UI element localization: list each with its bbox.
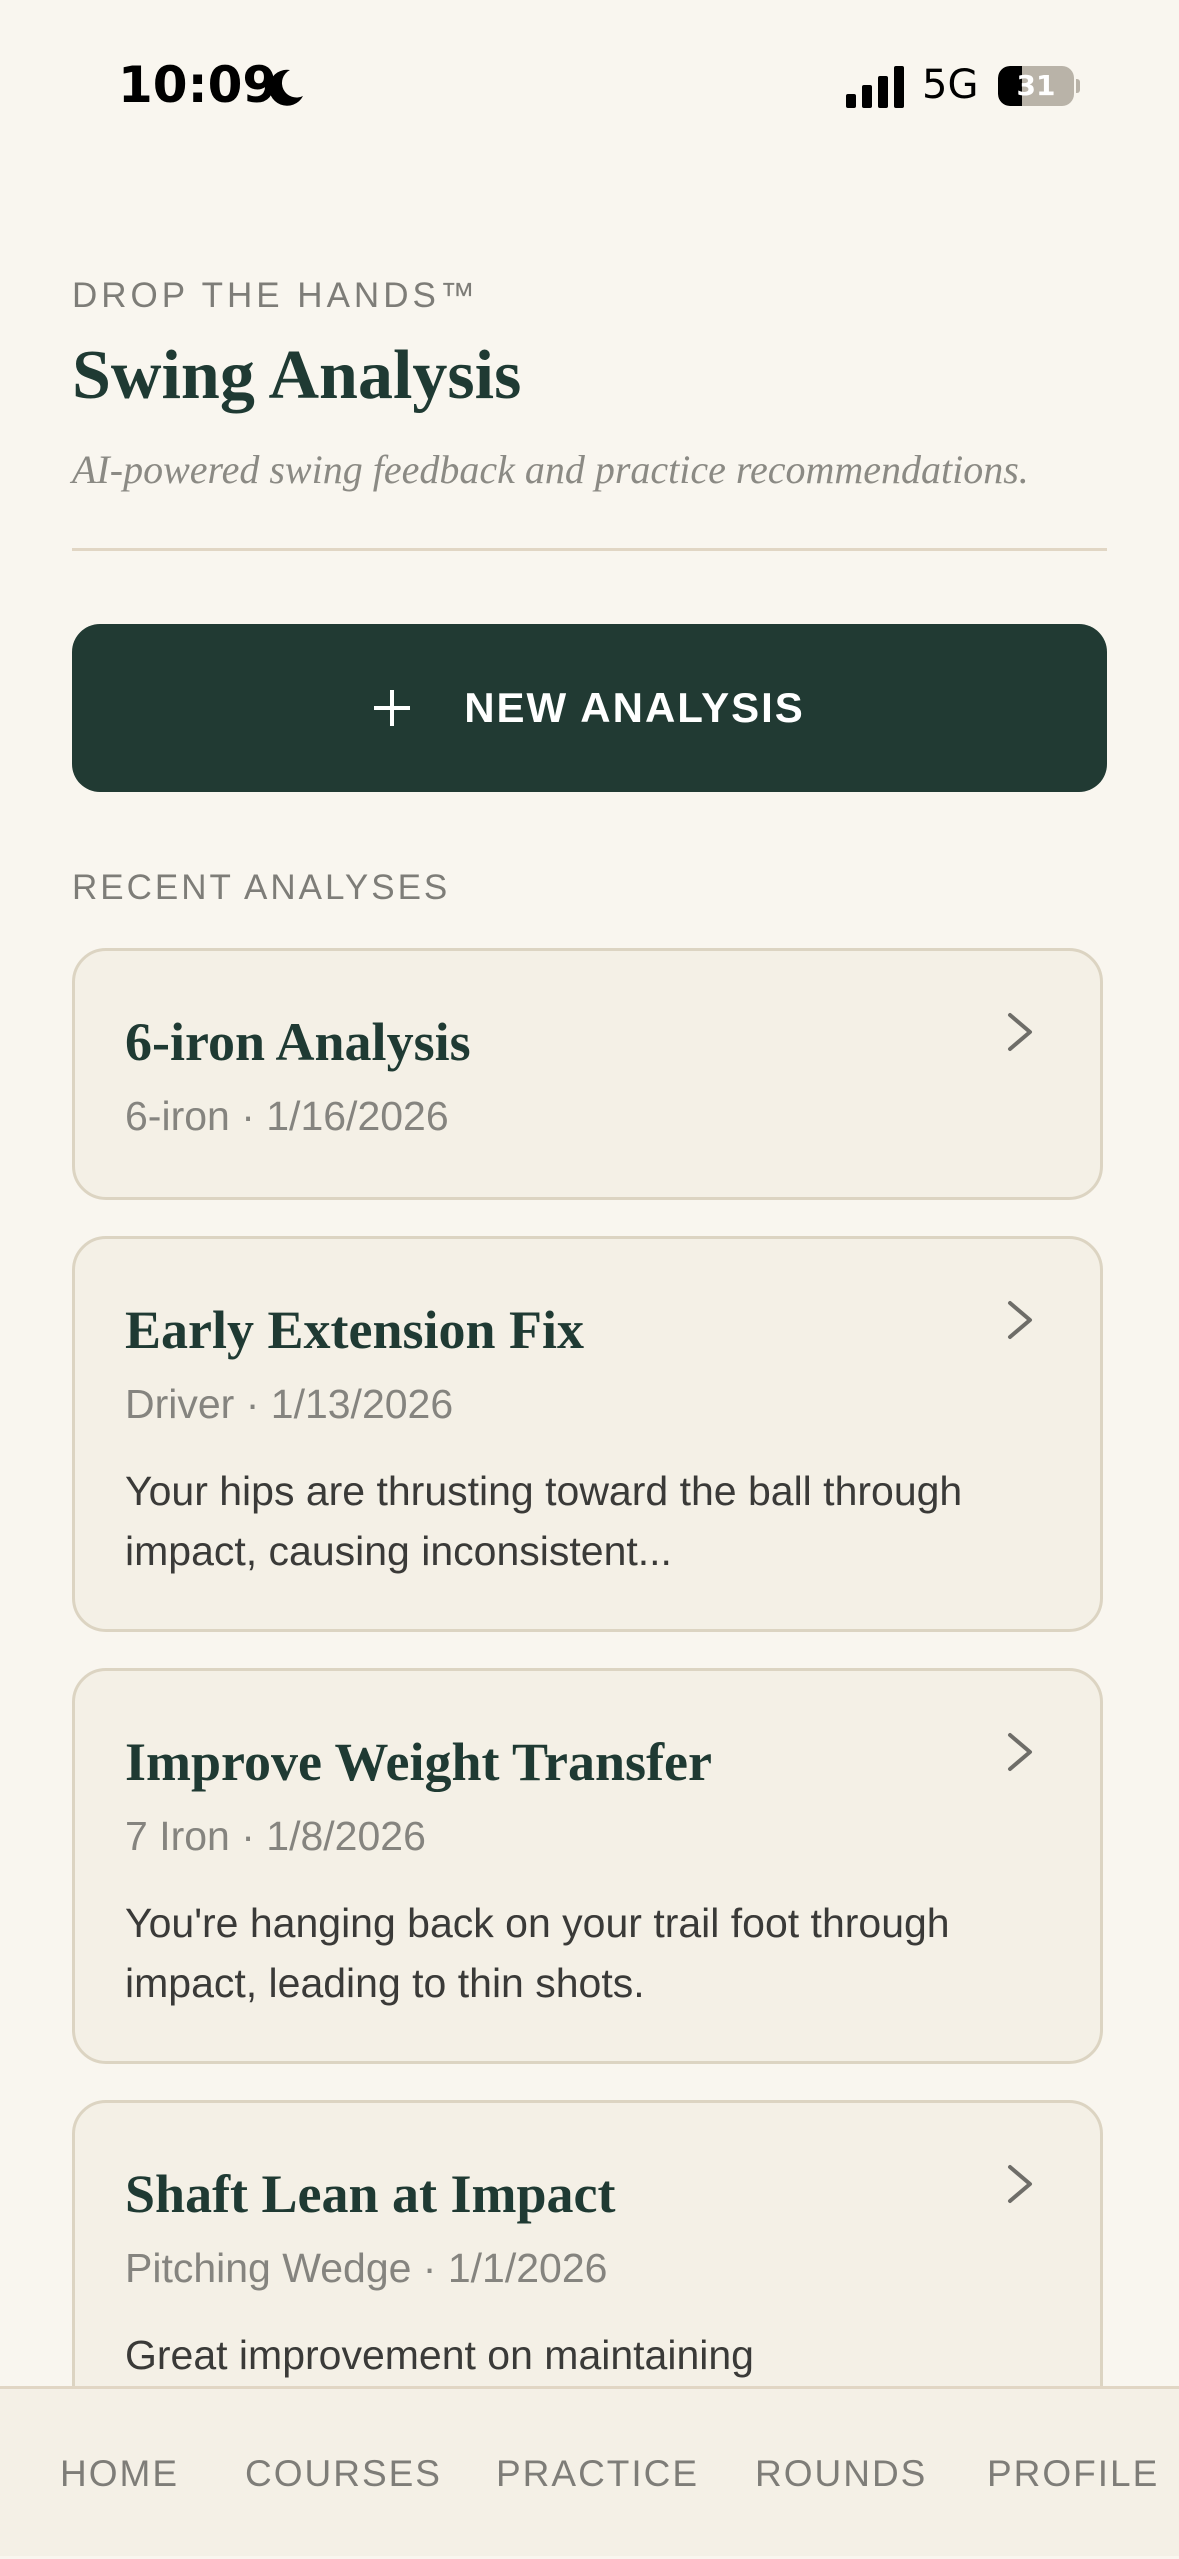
- new-analysis-label: NEW ANALYSIS: [464, 684, 805, 731]
- analysis-card[interactable]: Early Extension Fix Driver · 1/13/2026 Y…: [72, 1236, 1103, 1632]
- header-divider: [72, 548, 1107, 551]
- chevron-right-icon: [1008, 1301, 1032, 1339]
- tab-home[interactable]: HOME: [60, 2389, 179, 2559]
- analysis-card-title: Improve Weight Transfer: [125, 1732, 712, 1792]
- analysis-card-meta: Pitching Wedge · 1/1/2026: [125, 2245, 608, 2291]
- page-subtitle: AI-powered swing feedback and practice r…: [72, 447, 1029, 492]
- chevron-right-icon: [1008, 1733, 1032, 1771]
- status-time: 10:09: [118, 56, 278, 114]
- tab-courses[interactable]: COURSES: [245, 2389, 442, 2559]
- brand-eyebrow: DROP THE HANDS™: [72, 276, 479, 315]
- battery-level: 31: [1016, 69, 1056, 102]
- battery-nub: [1076, 79, 1080, 93]
- status-bar: 10:09 5G 31: [0, 0, 1179, 170]
- chevron-right-icon: [1008, 2165, 1032, 2203]
- new-analysis-button[interactable]: NEW ANALYSIS: [72, 624, 1107, 792]
- tab-profile[interactable]: PROFILE: [987, 2389, 1159, 2559]
- battery-body: 31: [998, 66, 1074, 106]
- battery-icon: 31: [998, 66, 1080, 106]
- signal-icon: [846, 66, 904, 108]
- network-label: 5G: [922, 62, 979, 108]
- recent-analyses-heading: RECENT ANALYSES: [72, 868, 451, 907]
- analysis-card-meta: 7 Iron · 1/8/2026: [125, 1813, 426, 1859]
- tab-rounds[interactable]: ROUNDS: [755, 2389, 927, 2559]
- page-title: Swing Analysis: [72, 337, 522, 414]
- analysis-card-summary: Great improvement on maintaining: [125, 2332, 754, 2378]
- plus-icon: [374, 690, 411, 726]
- analysis-card-meta: 6-iron · 1/16/2026: [125, 1093, 449, 1139]
- analysis-card-meta: Driver · 1/13/2026: [125, 1381, 454, 1427]
- analysis-card-summary: You're hanging back on your trail foot t…: [125, 1900, 950, 2006]
- analysis-card-title: Shaft Lean at Impact: [125, 2164, 616, 2224]
- tab-bar: HOME COURSES PRACTICE ROUNDS PROFILE: [0, 2386, 1179, 2556]
- analysis-card-title: 6-iron Analysis: [125, 1012, 471, 1072]
- analysis-card-title: Early Extension Fix: [125, 1300, 585, 1360]
- analysis-card[interactable]: 6-iron Analysis 6-iron · 1/16/2026: [72, 948, 1103, 1200]
- moon-icon: [269, 69, 303, 106]
- chevron-right-icon: [1008, 1013, 1032, 1051]
- analysis-card-summary: Your hips are thrusting toward the ball …: [125, 1468, 963, 1574]
- analysis-card[interactable]: Improve Weight Transfer 7 Iron · 1/8/202…: [72, 1668, 1103, 2064]
- tab-practice[interactable]: PRACTICE: [496, 2389, 699, 2559]
